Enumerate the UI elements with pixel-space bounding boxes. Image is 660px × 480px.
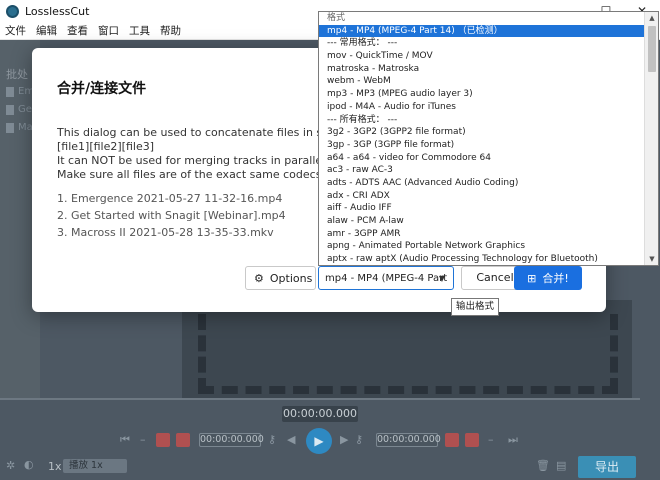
merge-grid-icon: ⊞ [527,271,537,285]
format-option[interactable]: webm - WebM [319,75,645,88]
menu-window[interactable]: 窗口 [93,23,124,38]
app-title: LosslessCut [25,4,90,18]
batch-sidebar-title: 批处 [6,68,28,81]
dialog-title: 合并/连接文件 [57,81,147,97]
format-option[interactable]: mov - QuickTime / MOV [319,50,645,63]
format-option[interactable]: --- 所有格式： --- [319,114,645,127]
dialog-description-line: It can NOT be used for merging tracks in… [57,154,327,167]
dialog-description-line: This dialog can be used to concatenate f… [57,126,327,139]
format-dropdown-list[interactable]: 格式 mp4 - MP4 (MPEG-4 Part 14) （已检测） --- 常用… [318,11,659,266]
format-option[interactable]: 3gp - 3GP (3GPP file format) [319,139,645,152]
batch-file-item[interactable]: Ma [6,122,33,133]
step-back-icon[interactable]: ◀ [287,433,295,446]
separator-icon: – [488,433,494,446]
playback-speed-select[interactable]: 播放 1x [63,459,127,473]
options-label: Options [269,271,313,285]
format-option[interactable]: amr - 3GPP AMR [319,228,645,241]
play-button[interactable]: ▶ [306,428,332,454]
file-icon [6,104,14,115]
drop-zone-border [198,314,618,394]
batch-file-item[interactable]: Ge [6,104,32,115]
scroll-down-icon[interactable]: ▼ [645,253,658,265]
step-forward-icon[interactable]: ▶ [340,433,348,446]
format-options: 格式 mp4 - MP4 (MPEG-4 Part 14) （已检测） --- 常用… [319,12,658,265]
current-timecode: 00:00:00.000 [282,406,358,422]
format-option[interactable]: apng - Animated Portable Network Graphic… [319,240,645,253]
format-option[interactable]: 3g2 - 3GP2 (3GPP2 file format) [319,126,645,139]
menu-help[interactable]: 帮助 [155,23,186,38]
separator-icon: – [140,433,146,446]
set-in-alt-icon[interactable] [176,433,190,447]
format-option[interactable]: mp4 - MP4 (MPEG-4 Part 14) （已检测） [319,24,645,38]
help-icon[interactable]: ◐ [24,458,34,471]
key-icon[interactable]: ⚷ [268,433,276,446]
chevron-down-icon: ▼ [438,274,445,283]
menu-file[interactable]: 文件 [0,23,31,38]
gear-icon: ⚙ [254,271,264,285]
batch-file-label: Ge [18,104,32,115]
options-button[interactable]: ⚙ Options [245,266,316,290]
format-option[interactable]: adts - ADTS AAC (Advanced Audio Coding) [319,177,645,190]
playback-speed-prefix: 1x [48,460,62,473]
merge-label: 合并! [542,272,569,285]
set-out-red-icon[interactable] [445,433,459,447]
set-in-red-icon[interactable] [156,433,170,447]
file-icon [6,86,14,97]
format-option[interactable]: aiff - Audio IFF [319,202,645,215]
dialog-description-line: [file1][file2][file3] [57,140,155,153]
format-option[interactable]: aptx - raw aptX (Audio Processing Techno… [319,253,645,265]
cut-start-time-field[interactable]: 00:00:00.000 [199,433,264,447]
dialog-description-line: Make sure all files are of the exact sam… [57,168,327,181]
format-group-header: 格式 [327,13,346,23]
format-option[interactable]: a64 - a64 - video for Commodore 64 [319,152,645,165]
merge-file-item[interactable]: 3. Macross II 2021-05-28 13-35-33.mkv [57,224,286,241]
menu-edit[interactable]: 编辑 [31,23,62,38]
merge-button[interactable]: ⊞ 合并! [514,266,582,290]
jump-end-icon[interactable]: ⏭ [508,433,518,447]
merge-file-item[interactable]: 1. Emergence 2021-05-27 11-32-16.mp4 [57,190,286,207]
output-format-select[interactable]: mp4 - MP4 (MPEG-4 Part ▼ [318,266,454,290]
format-option[interactable]: ac3 - raw AC-3 [319,164,645,177]
export-button[interactable]: 导出 [578,456,636,478]
menu-view[interactable]: 查看 [62,23,93,38]
format-option[interactable]: mp3 - MP3 (MPEG audio layer 3) [319,88,645,101]
cut-end-time-field[interactable]: 00:00:00.000 [376,433,441,447]
settings-icon[interactable]: ✲ [6,459,15,472]
menu-tools[interactable]: 工具 [124,23,155,38]
dropdown-scrollbar[interactable]: ▲ ▼ [644,12,658,265]
jump-start-icon[interactable]: ⏮ [120,433,130,447]
merge-file-list: 1. Emergence 2021-05-27 11-32-16.mp4 2. … [57,190,286,241]
key-icon[interactable]: ⚷ [355,433,363,446]
format-option[interactable]: alaw - PCM A-law [319,215,645,228]
batch-file-label: Ma [18,122,33,133]
format-option[interactable]: adx - CRI ADX [319,190,645,203]
set-out-alt-icon[interactable] [465,433,479,447]
format-option[interactable]: matroska - Matroska [319,63,645,76]
mode-icon[interactable]: ▤ [556,459,566,472]
file-icon [6,122,14,133]
scroll-up-icon[interactable]: ▲ [645,12,658,24]
dialog-description: This dialog can be used to concatenate f… [57,126,327,182]
output-format-tooltip: 输出格式 [451,298,499,316]
merge-file-item[interactable]: 2. Get Started with Snagit [Webinar].mp4 [57,207,286,224]
app-logo-icon [6,4,19,18]
format-option[interactable]: --- 常用格式： --- [319,37,645,50]
scrollbar-thumb[interactable] [648,26,656,72]
trash-icon[interactable]: 🗑 [536,459,550,472]
output-format-value: mp4 - MP4 (MPEG-4 Part [325,272,448,284]
format-option[interactable]: ipod - M4A - Audio for iTunes [319,101,645,114]
timeline-track[interactable] [0,398,640,400]
